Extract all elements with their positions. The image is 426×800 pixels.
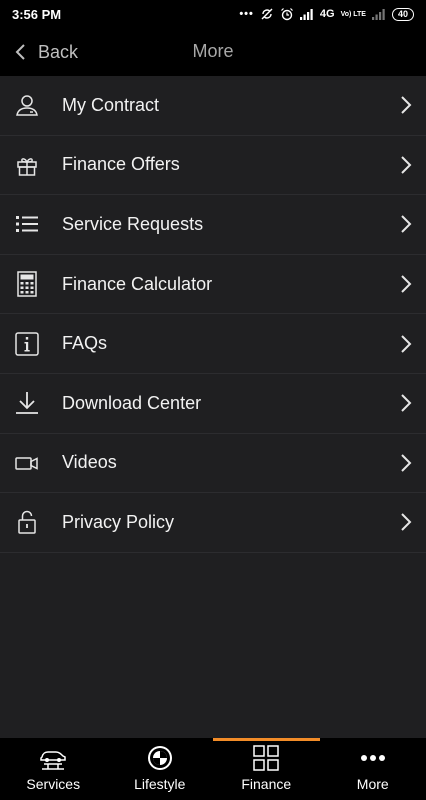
tab-label: More (356, 776, 389, 792)
chevron-right-icon (401, 513, 412, 532)
menu-item-label: Service Requests (62, 213, 204, 234)
calculator-icon (17, 271, 37, 297)
chevron-right-icon (401, 156, 412, 174)
menu-item-finance-offers[interactable]: Finance Offers (0, 135, 426, 196)
back-label: Back (38, 41, 79, 62)
tab-services[interactable]: Services (0, 738, 107, 800)
tab-label: Finance (241, 776, 292, 792)
menu-item-label: Videos (62, 452, 117, 473)
chevron-right-icon (401, 215, 412, 234)
signal-icon (299, 9, 313, 20)
user-contract-icon (16, 95, 38, 117)
navigation-bar: Back More (0, 28, 426, 76)
menu-item-label: FAQs (62, 333, 108, 354)
tab-more[interactable]: More (320, 738, 426, 800)
menu-item-faqs[interactable]: FAQs (0, 314, 426, 374)
grid-icon (253, 745, 279, 771)
volte-indicator: Vo) LTE (340, 10, 366, 18)
tab-label: Lifestyle (134, 776, 186, 792)
menu-item-label: Finance Calculator (62, 273, 213, 294)
battery-indicator: 40 (391, 7, 414, 21)
bottom-tab-bar: Services Lifestyle Finance More (0, 738, 426, 800)
tab-finance[interactable]: Finance (213, 738, 320, 800)
menu-item-download-center[interactable]: Download Center (0, 373, 426, 434)
menu-item-label: My Contract (62, 94, 160, 115)
download-icon (16, 392, 38, 415)
more-dots-icon (360, 755, 385, 761)
video-camera-icon (15, 457, 38, 470)
more-menu-list: My Contract Finance Offers Service Reque… (0, 76, 426, 738)
menu-item-finance-calculator[interactable]: Finance Calculator (0, 254, 426, 315)
sync-off-icon (261, 8, 273, 20)
list-icon (16, 216, 38, 233)
chevron-right-icon (401, 454, 412, 472)
signal-weak-icon (371, 9, 385, 20)
back-button[interactable]: Back (14, 28, 78, 76)
chevron-right-icon (401, 334, 412, 353)
status-indicators: ••• 4G Vo) LTE 40 (239, 7, 414, 21)
menu-item-videos[interactable]: Videos (0, 433, 426, 494)
chevron-right-icon (401, 275, 412, 293)
bmw-logo-icon (147, 746, 172, 770)
chevron-right-icon (401, 394, 412, 412)
notification-dots: ••• (239, 8, 254, 20)
chevron-right-icon (401, 96, 412, 115)
info-icon (15, 331, 39, 356)
menu-item-label: Privacy Policy (62, 511, 175, 532)
status-bar: 3:56 PM ••• 4G Vo) LTE 40 (0, 0, 426, 28)
gift-icon (17, 158, 37, 176)
menu-item-label: Download Center (62, 392, 202, 413)
menu-item-service-requests[interactable]: Service Requests (0, 195, 426, 255)
menu-item-label: Finance Offers (62, 154, 180, 175)
network-type: 4G (319, 8, 335, 20)
menu-item-my-contract[interactable]: My Contract (0, 76, 426, 136)
chevron-left-icon (15, 44, 25, 60)
car-lift-icon (40, 751, 66, 770)
alarm-icon (280, 8, 293, 21)
tab-label: Services (26, 776, 81, 792)
padlock-icon (18, 511, 36, 535)
tab-lifestyle[interactable]: Lifestyle (107, 738, 214, 800)
status-time: 3:56 PM (12, 6, 62, 22)
menu-item-privacy-policy[interactable]: Privacy Policy (0, 493, 426, 553)
